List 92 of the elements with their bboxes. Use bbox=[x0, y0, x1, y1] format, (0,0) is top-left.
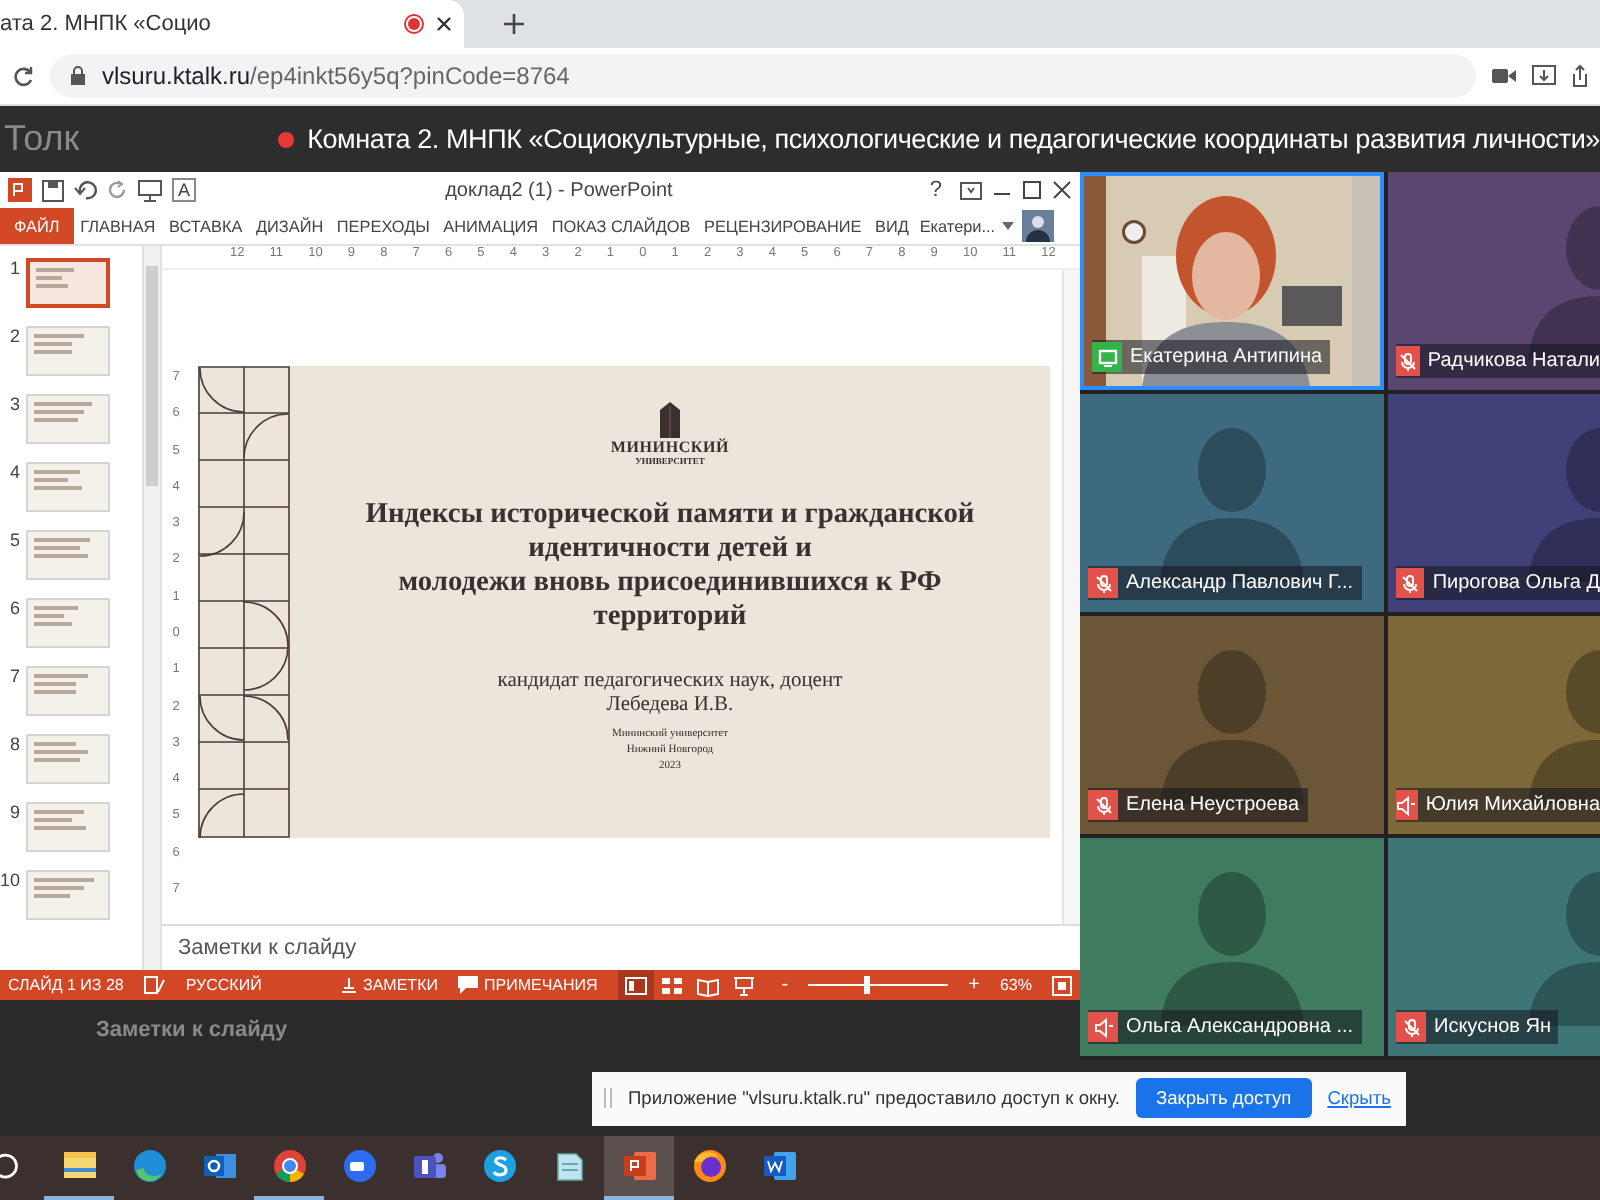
zoom-level[interactable]: 63% bbox=[999, 976, 1032, 994]
participant-name: Александр Павлович Г... bbox=[1126, 572, 1354, 594]
participant-name: Екатерина Антипина bbox=[1130, 346, 1323, 368]
font-button[interactable]: A bbox=[172, 178, 197, 202]
caret-icon[interactable] bbox=[1001, 222, 1014, 230]
participant-tile[interactable]: Юлия Михайловна bbox=[1388, 616, 1600, 834]
ribbon-tab[interactable]: ДИЗАЙН bbox=[249, 208, 331, 244]
presentation-icon[interactable] bbox=[138, 179, 162, 201]
ribbon-tab[interactable]: ГЛАВНАЯ bbox=[73, 208, 163, 244]
slide-number: 8 bbox=[7, 734, 20, 754]
participant-name: Ольга Александровна ... bbox=[1126, 1016, 1354, 1038]
reload-icon[interactable] bbox=[12, 65, 34, 87]
ribbon-tab[interactable]: РЕЦЕНЗИРОВАНИЕ bbox=[697, 208, 869, 244]
reading-view-icon bbox=[695, 973, 720, 997]
participant-tile[interactable]: Ольга Александровна ... bbox=[1080, 838, 1384, 1056]
lock-icon bbox=[70, 66, 86, 86]
install-icon[interactable] bbox=[1532, 64, 1556, 88]
slide-number: 5 bbox=[7, 530, 20, 550]
normal-view-icon bbox=[623, 973, 648, 997]
camera-icon[interactable] bbox=[1492, 66, 1516, 86]
app-brand: Толк bbox=[4, 118, 82, 160]
slide-counter: СЛАЙД 1 ИЗ 28 bbox=[8, 976, 124, 994]
room-title: Комната 2. МНПК «Социокультурные, психологические и педагогические координаты развития личности» bbox=[307, 124, 1600, 154]
help-button[interactable]: ? bbox=[921, 178, 950, 202]
slide-subtitle: кандидат педагогических наук, доцент bbox=[497, 669, 843, 693]
fit-window-icon[interactable] bbox=[1052, 975, 1072, 995]
notes-button[interactable]: ЗАМЕТКИ bbox=[339, 976, 438, 994]
participant-name: Елена Неустроева bbox=[1126, 794, 1300, 816]
zoom-slider-thumb[interactable] bbox=[864, 976, 871, 994]
participant-name: Радчикова Натали bbox=[1427, 350, 1600, 372]
slide-number: 10 bbox=[0, 870, 20, 890]
slide-number: 4 bbox=[7, 462, 20, 482]
close-icon[interactable] bbox=[436, 16, 452, 32]
spellcheck-icon[interactable] bbox=[143, 975, 166, 995]
powerpoint-logo-icon bbox=[8, 178, 32, 202]
sorter-view-icon bbox=[659, 973, 684, 997]
ribbon-tab[interactable]: ВСТАВКА bbox=[162, 208, 250, 244]
account-name[interactable]: Екатери... bbox=[919, 217, 996, 235]
window-title: доклад2 (1) - PowerPoint bbox=[443, 179, 675, 201]
scrollbar[interactable] bbox=[1062, 270, 1080, 924]
participant-name: Пирогова Ольга Д bbox=[1432, 572, 1600, 594]
notes-icon bbox=[339, 976, 358, 994]
avatar-icon[interactable] bbox=[1021, 210, 1054, 242]
address-bar[interactable]: vlsuru.ktalk.ru/ep4inkt56y5q?pinCode=8764 bbox=[50, 54, 1476, 98]
slide-number: 2 bbox=[7, 326, 20, 346]
tab-title: ата 2. МНПК «Социо bbox=[0, 12, 213, 36]
comment-icon bbox=[457, 976, 478, 994]
url-text: vlsuru.ktalk.ru/ep4inkt56y5q?pinCode=8764 bbox=[102, 62, 570, 90]
ribbon-tab[interactable]: ПОКАЗ СЛАЙДОВ bbox=[544, 208, 698, 244]
zoom-in-button[interactable]: + bbox=[968, 974, 980, 996]
close-icon[interactable] bbox=[1052, 180, 1072, 200]
slide-title: молодежи вновь присоединившихся к РФ территорий bbox=[396, 565, 944, 633]
slide-number: 1 bbox=[7, 258, 20, 278]
participant-tile[interactable]: Екатерина Антипина bbox=[1080, 172, 1384, 390]
ribbon-tab[interactable]: ПЕРЕХОДЫ bbox=[330, 208, 437, 244]
hide-link[interactable]: Скрыть bbox=[1327, 1088, 1391, 1108]
participant-tile[interactable]: Радчикова Натали bbox=[1388, 172, 1600, 390]
participant-tile[interactable]: Елена Неустроева bbox=[1080, 616, 1384, 834]
file-menu-tab[interactable]: ФАЙЛ bbox=[0, 208, 74, 244]
participant-tile[interactable]: Пирогова Ольга Д bbox=[1388, 394, 1600, 612]
share-icon[interactable] bbox=[1572, 64, 1588, 88]
participant-tile[interactable]: Александр Павлович Г... bbox=[1080, 394, 1384, 612]
logo-text: МИНИНСКИЙ bbox=[610, 437, 730, 455]
redo-icon[interactable] bbox=[108, 180, 128, 200]
ribbon-tab[interactable]: АНИМАЦИЯ bbox=[436, 208, 545, 244]
stop-sharing-button[interactable]: Закрыть доступ bbox=[1136, 1078, 1312, 1118]
slide-subtitle: Лебедева И.В. bbox=[606, 693, 734, 717]
slide-number: 6 bbox=[7, 598, 20, 618]
save-icon[interactable] bbox=[42, 179, 64, 201]
zoom-out-button[interactable]: - bbox=[781, 974, 789, 996]
building-logo-icon bbox=[656, 401, 684, 437]
ribbon-display-icon[interactable] bbox=[960, 181, 982, 199]
scrollbar[interactable] bbox=[142, 246, 160, 970]
maximize-icon[interactable] bbox=[1022, 180, 1042, 200]
participant-tile[interactable]: Искуснов Ян bbox=[1388, 838, 1600, 1056]
grip-icon bbox=[604, 1088, 612, 1108]
ribbon-tab[interactable]: ВИД bbox=[868, 208, 916, 244]
participant-name: Юлия Михайловна bbox=[1425, 794, 1600, 816]
notification-text: Приложение "vlsuru.ktalk.ru" предоставило доступ к окну. bbox=[628, 1088, 1120, 1108]
participant-name: Искуснов Ян bbox=[1434, 1016, 1551, 1038]
language-label[interactable]: РУССКИЙ bbox=[185, 976, 262, 994]
browser-tab[interactable]: ата 2. МНПК «Социо bbox=[0, 0, 464, 48]
slide-thumbnail[interactable] bbox=[26, 258, 110, 308]
slide-number: 7 bbox=[7, 666, 20, 686]
notes-echo-text: Заметки к слайду bbox=[96, 1018, 288, 1042]
slide-number: 3 bbox=[7, 394, 20, 414]
show-view-icon bbox=[731, 973, 756, 997]
comments-button[interactable]: ПРИМЕЧАНИЯ bbox=[457, 976, 598, 994]
new-tab-icon[interactable] bbox=[504, 14, 524, 34]
slide-number: 9 bbox=[7, 802, 20, 822]
undo-icon[interactable] bbox=[74, 180, 98, 200]
view-button[interactable] bbox=[617, 970, 654, 1000]
